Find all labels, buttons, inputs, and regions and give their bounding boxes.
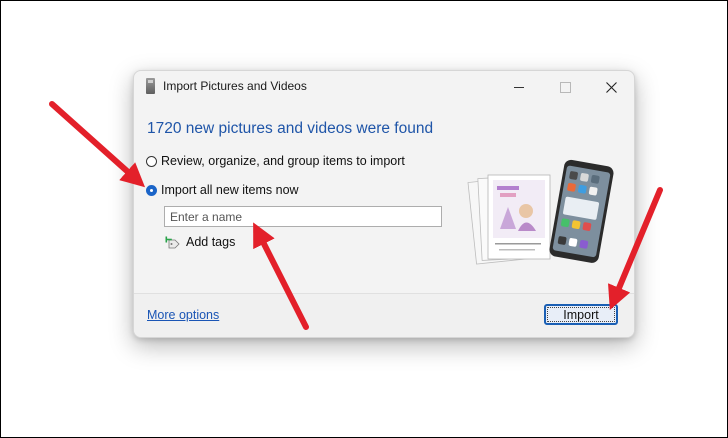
minimize-icon	[514, 86, 524, 88]
title-bar[interactable]: Import Pictures and Videos	[134, 71, 634, 103]
import-button-label: Import	[563, 307, 599, 322]
option-review-organize[interactable]: Review, organize, and group items to imp…	[146, 154, 405, 168]
import-dialog: Import Pictures and Videos 1720 new pict…	[133, 70, 635, 338]
close-button[interactable]	[588, 71, 634, 103]
found-items-heading: 1720 new pictures and videos were found	[147, 120, 434, 137]
radio-import-all[interactable]	[146, 184, 157, 196]
name-input[interactable]	[164, 206, 442, 227]
camera-device-icon	[146, 78, 155, 94]
minimize-button[interactable]	[496, 71, 542, 103]
maximize-button	[542, 71, 588, 103]
dialog-footer: More options Import	[134, 293, 634, 337]
option-review-label: Review, organize, and group items to imp…	[161, 154, 405, 168]
more-options-link[interactable]: More options	[147, 308, 219, 322]
pictures-and-phone-illustration	[467, 159, 614, 265]
import-button[interactable]: Import	[544, 304, 618, 325]
add-tag-icon	[165, 236, 180, 249]
add-tags-label: Add tags	[186, 235, 236, 249]
option-import-all[interactable]: Import all new items now	[146, 183, 299, 197]
close-icon	[605, 81, 617, 93]
option-import-all-label: Import all new items now	[161, 183, 299, 197]
maximize-icon	[559, 81, 571, 93]
add-tags-link[interactable]: Add tags	[165, 235, 235, 249]
window-title: Import Pictures and Videos	[163, 79, 307, 93]
radio-review-organize[interactable]	[146, 155, 157, 167]
